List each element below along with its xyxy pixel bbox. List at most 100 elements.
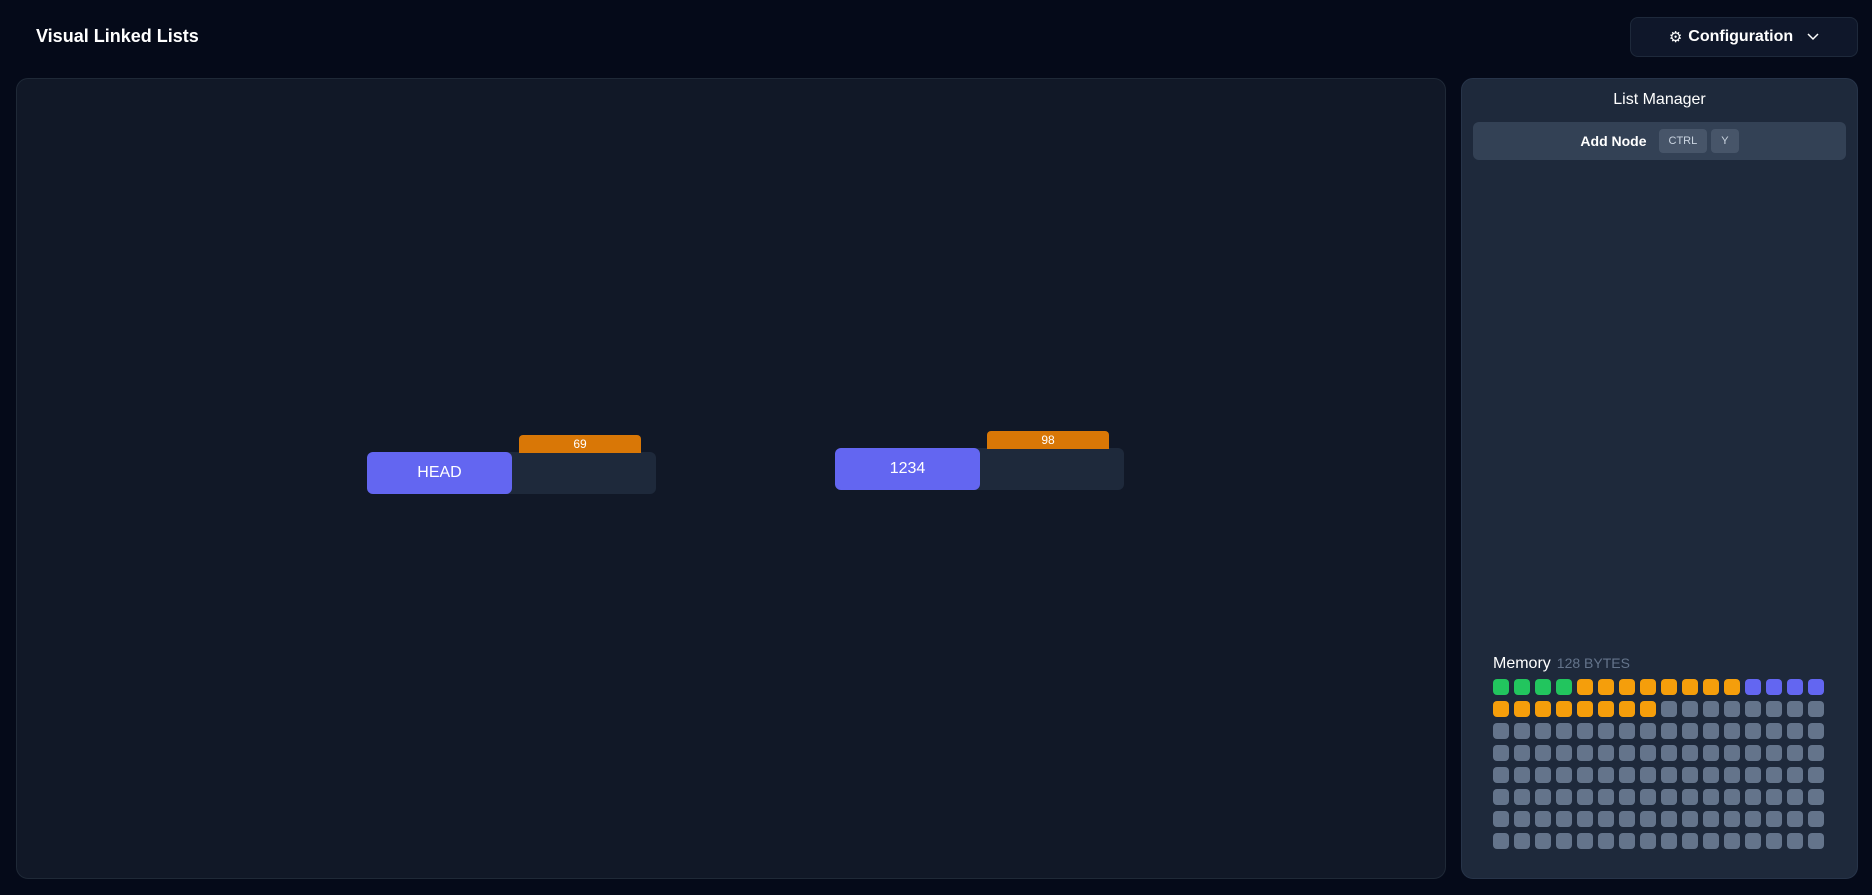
memory-cell: [1661, 745, 1677, 761]
memory-cell: [1535, 789, 1551, 805]
memory-cell: [1493, 789, 1509, 805]
memory-cell: [1808, 833, 1824, 849]
memory-cell: [1661, 833, 1677, 849]
memory-cell: [1493, 723, 1509, 739]
memory-cell: [1577, 679, 1593, 695]
memory-cell: [1724, 745, 1740, 761]
memory-cell: [1556, 767, 1572, 783]
memory-cell: [1535, 679, 1551, 695]
shortcut-key-ctrl: CTRL: [1658, 129, 1708, 153]
memory-cell: [1787, 833, 1803, 849]
memory-cell: [1577, 745, 1593, 761]
memory-cell: [1619, 701, 1635, 717]
memory-cell: [1787, 679, 1803, 695]
memory-cell: [1682, 723, 1698, 739]
memory-cell: [1493, 701, 1509, 717]
memory-cell: [1766, 833, 1782, 849]
memory-cell: [1640, 701, 1656, 717]
memory-cell: [1703, 701, 1719, 717]
memory-cell: [1598, 723, 1614, 739]
memory-cell: [1577, 767, 1593, 783]
memory-size: 128 BYTES: [1556, 655, 1630, 671]
list-canvas[interactable]: 69 HEAD 98 1234: [16, 78, 1446, 879]
memory-cell: [1598, 745, 1614, 761]
memory-cell: [1808, 789, 1824, 805]
memory-cell: [1766, 679, 1782, 695]
node-value: HEAD: [367, 452, 512, 494]
memory-cell: [1619, 833, 1635, 849]
memory-cell: [1724, 833, 1740, 849]
memory-cell: [1766, 767, 1782, 783]
memory-cell: [1619, 789, 1635, 805]
top-bar: Visual Linked Lists ⚙ Configuration: [0, 0, 1872, 76]
memory-cell: [1808, 723, 1824, 739]
memory-cell: [1703, 833, 1719, 849]
memory-cell: [1703, 789, 1719, 805]
memory-cell: [1556, 701, 1572, 717]
memory-cell: [1556, 833, 1572, 849]
memory-cell: [1787, 701, 1803, 717]
memory-cell: [1745, 789, 1761, 805]
memory-title: Memory: [1493, 655, 1551, 672]
list-manager-panel: List Manager Add Node CTRL Y Memory 128 B…: [1461, 78, 1858, 879]
panel-title: List Manager: [1613, 91, 1706, 108]
memory-cell: [1514, 745, 1530, 761]
memory-cell: [1577, 789, 1593, 805]
memory-cell: [1556, 811, 1572, 827]
memory-cell: [1724, 811, 1740, 827]
memory-cell: [1724, 701, 1740, 717]
memory-cell: [1535, 767, 1551, 783]
memory-cell: [1598, 789, 1614, 805]
memory-cell: [1787, 745, 1803, 761]
add-node-label: Add Node: [1580, 133, 1647, 149]
memory-cell: [1598, 701, 1614, 717]
memory-cell: [1598, 811, 1614, 827]
memory-cell: [1766, 789, 1782, 805]
memory-cell: [1661, 789, 1677, 805]
memory-cell: [1577, 811, 1593, 827]
add-node-button[interactable]: Add Node CTRL Y: [1473, 122, 1846, 160]
memory-cell: [1640, 767, 1656, 783]
memory-cell: [1640, 789, 1656, 805]
memory-cell: [1598, 833, 1614, 849]
memory-cell: [1745, 701, 1761, 717]
gear-icon: ⚙: [1668, 29, 1683, 46]
memory-cell: [1598, 679, 1614, 695]
memory-cell: [1808, 767, 1824, 783]
memory-cell: [1745, 833, 1761, 849]
memory-cell: [1493, 745, 1509, 761]
memory-cell: [1619, 811, 1635, 827]
memory-cell: [1766, 701, 1782, 717]
memory-cell: [1556, 723, 1572, 739]
memory-cell: [1682, 745, 1698, 761]
memory-cell: [1745, 745, 1761, 761]
memory-cell: [1682, 833, 1698, 849]
list-node[interactable]: 98 1234: [835, 431, 1124, 491]
memory-cell: [1493, 833, 1509, 849]
memory-cell: [1619, 767, 1635, 783]
memory-cell: [1535, 723, 1551, 739]
memory-cell: [1703, 767, 1719, 783]
memory-cell: [1640, 833, 1656, 849]
node-value: 1234: [835, 448, 980, 490]
memory-cell: [1556, 745, 1572, 761]
memory-cell: [1766, 811, 1782, 827]
configuration-button[interactable]: ⚙ Configuration: [1630, 17, 1858, 57]
memory-cell: [1514, 833, 1530, 849]
memory-cell: [1619, 723, 1635, 739]
memory-cell: [1577, 701, 1593, 717]
chevron-down-icon: [1807, 28, 1819, 46]
memory-cell: [1619, 745, 1635, 761]
memory-cell: [1640, 679, 1656, 695]
memory-cell: [1787, 811, 1803, 827]
memory-cell: [1745, 767, 1761, 783]
memory-cell: [1514, 811, 1530, 827]
memory-cell: [1787, 723, 1803, 739]
memory-cell: [1682, 789, 1698, 805]
memory-cell: [1577, 833, 1593, 849]
memory-cell: [1598, 767, 1614, 783]
memory-cell: [1682, 679, 1698, 695]
list-node[interactable]: 69 HEAD: [367, 435, 656, 495]
memory-cell: [1682, 767, 1698, 783]
memory-cell: [1514, 679, 1530, 695]
